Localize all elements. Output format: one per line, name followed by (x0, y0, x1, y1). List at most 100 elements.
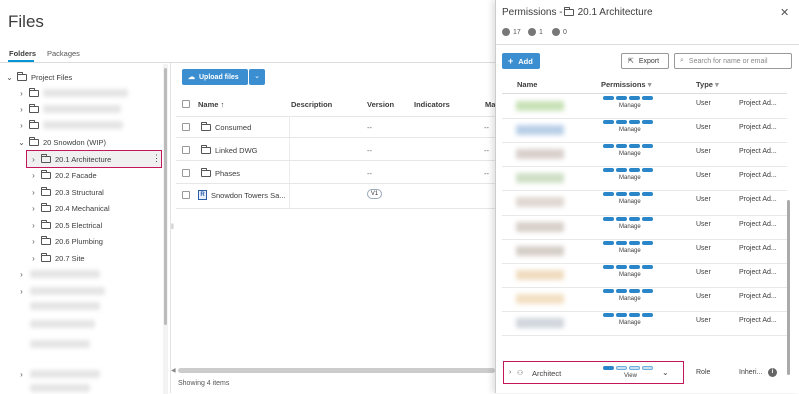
column-name[interactable]: Name (517, 80, 537, 89)
filter-icon[interactable]: ▾ (715, 80, 719, 89)
chevron-down-icon[interactable]: ⌄ (5, 73, 14, 82)
tree-item-blurred[interactable]: › (17, 117, 123, 133)
permissions-title-prefix: Permissions - (502, 7, 563, 18)
column-version[interactable]: Version (367, 100, 394, 109)
redacted-user (516, 221, 564, 232)
redacted-user (516, 125, 564, 136)
permission-level-bars[interactable] (603, 264, 653, 269)
tab-folders[interactable]: Folders (9, 49, 36, 58)
tree-scrollbar[interactable] (164, 68, 167, 325)
inherited-cell: Project Ad... (739, 100, 777, 107)
upload-dropdown-button[interactable]: ⌄ (249, 69, 265, 85)
row-divider (176, 208, 495, 209)
chevron-right-icon[interactable]: › (29, 204, 38, 213)
column-permissions[interactable]: Permissions ▾ (601, 80, 651, 89)
tab-packages[interactable]: Packages (47, 49, 80, 58)
chevron-right-icon[interactable]: › (29, 254, 38, 263)
row-checkbox[interactable] (182, 169, 190, 177)
permission-level-bars[interactable] (603, 216, 653, 221)
tree-item-architecture[interactable]: › 20.1 Architecture (29, 151, 111, 167)
resize-grip-icon[interactable]: ‖ (171, 224, 174, 231)
chevron-right-icon[interactable]: › (29, 155, 38, 164)
tree-item-site[interactable]: › 20.7 Site (29, 250, 85, 266)
chevron-right-icon[interactable]: › (29, 171, 38, 180)
chevron-right-icon[interactable]: › (29, 221, 38, 230)
horizontal-scrollbar[interactable] (178, 368, 495, 373)
folder-icon (29, 136, 39, 146)
permission-level-label: Manage (619, 247, 641, 254)
chevron-right-icon[interactable]: › (29, 237, 38, 246)
permission-level-bars[interactable] (603, 168, 653, 173)
search-icon: ⌕ (680, 57, 684, 64)
info-icon[interactable]: i (768, 368, 777, 377)
column-name[interactable]: Name ↑ (198, 100, 224, 109)
chevron-down-icon[interactable]: ⌄ (662, 368, 669, 377)
row-divider (176, 160, 495, 161)
select-all-checkbox[interactable] (182, 100, 190, 108)
inherited-cell: Project Ad... (739, 268, 777, 276)
row-checkbox[interactable] (182, 123, 190, 131)
architect-row[interactable] (503, 361, 684, 384)
table-row[interactable]: R Snowdon Towers Sa... (198, 190, 286, 200)
permission-level-bars[interactable] (603, 120, 653, 125)
tree-item-blurred[interactable]: › (17, 101, 121, 117)
column-type[interactable]: Type ▾ (696, 80, 719, 89)
table-row[interactable]: Linked DWG (198, 145, 258, 155)
permission-level-label: Manage (619, 151, 641, 158)
more-options-icon[interactable]: ⋮ (152, 153, 161, 164)
file-name: Snowdon Towers Sa... (211, 190, 286, 200)
column-indicators[interactable]: Indicators (414, 100, 450, 109)
version-cell: -- (367, 123, 372, 132)
tree-item-label: 20.7 Site (55, 253, 85, 263)
chevron-right-icon[interactable]: › (17, 121, 26, 130)
permission-level-bars[interactable] (603, 366, 653, 370)
tree-item-blurred[interactable]: › (17, 85, 128, 101)
chevron-right-icon[interactable]: › (509, 369, 511, 376)
filter-icon[interactable]: ▾ (648, 80, 652, 89)
tree-item-structural[interactable]: › 20.3 Structural (29, 184, 104, 200)
tree-item-blurred[interactable]: › (17, 283, 105, 299)
chevron-down-icon[interactable]: ⌄ (17, 138, 26, 147)
tree-item-blurred[interactable]: › (17, 266, 100, 282)
chevron-right-icon[interactable]: › (29, 188, 38, 197)
add-button[interactable]: + Add (502, 53, 540, 69)
folder-icon (563, 7, 574, 16)
redacted-user (516, 101, 564, 111)
add-label: Add (518, 56, 533, 66)
permissions-scrollbar[interactable] (787, 200, 790, 375)
permission-level-bars[interactable] (603, 288, 653, 293)
tree-item-electrical[interactable]: › 20.5 Electrical (29, 217, 102, 233)
tree-item-project-files[interactable]: ⌄ Project Files (5, 69, 72, 85)
tree-item-facade[interactable]: › 20.2 Facade (29, 167, 97, 183)
tree-item-snowdon[interactable]: ⌄ 20 Snowdon (WIP) (17, 134, 106, 150)
permission-level-bars[interactable] (603, 312, 653, 317)
folder-icon (41, 252, 51, 262)
row-checkbox[interactable] (182, 191, 190, 199)
search-input[interactable]: ⌕ Search for name or email (674, 53, 792, 69)
chevron-right-icon[interactable]: › (17, 105, 26, 114)
inherited-cell: Project Ad... (739, 196, 777, 204)
tree-item-blurred[interactable]: › (17, 366, 100, 382)
close-icon[interactable]: ✕ (780, 6, 789, 19)
chevron-right-icon[interactable]: › (17, 370, 26, 379)
tree-item-plumbing[interactable]: › 20.6 Plumbing (29, 233, 103, 249)
permission-bar (616, 96, 627, 100)
chevron-right-icon[interactable]: › (17, 89, 26, 98)
export-button[interactable]: ⇱ Export (621, 53, 669, 69)
users-count-value: 17 (513, 28, 521, 36)
permission-level-bars[interactable] (603, 192, 653, 197)
table-row[interactable]: Consumed (198, 122, 251, 132)
permission-level-bars[interactable] (603, 96, 653, 100)
tree-item-mechanical[interactable]: › 20.4 Mechanical (29, 200, 110, 216)
upload-files-button[interactable]: ☁ Upload files (182, 69, 248, 85)
chevron-right-icon[interactable]: › (17, 287, 26, 296)
column-ma[interactable]: Ma (485, 100, 495, 109)
chevron-right-icon[interactable]: › (17, 270, 26, 279)
column-description[interactable]: Description (291, 100, 332, 109)
row-checkbox[interactable] (182, 146, 190, 154)
scroll-left-icon[interactable]: ◀ (171, 367, 176, 374)
permission-level-bars[interactable] (603, 240, 653, 245)
table-row[interactable]: Phases (198, 168, 240, 178)
permission-level-bars[interactable] (603, 144, 653, 149)
version-badge[interactable]: V1 (367, 189, 382, 199)
